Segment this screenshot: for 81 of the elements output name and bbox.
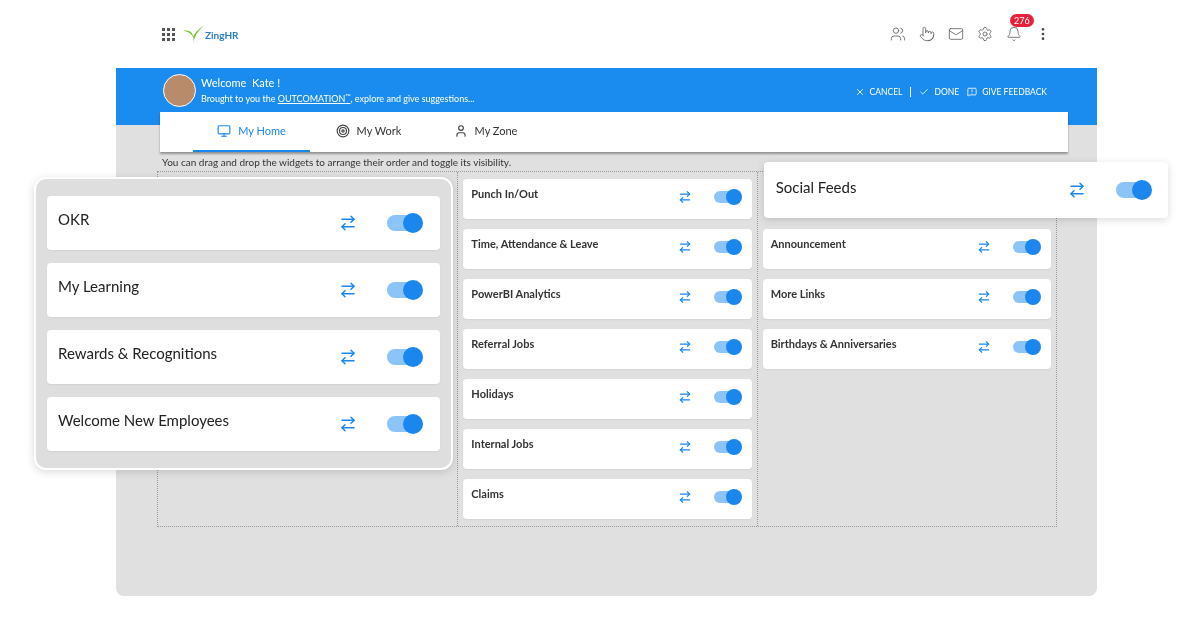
check-icon xyxy=(919,87,930,98)
reorder-icon[interactable] xyxy=(339,214,357,232)
welcome-text: Welcome Kate ! xyxy=(201,75,282,91)
reorder-icon[interactable] xyxy=(677,440,692,454)
visibility-toggle[interactable] xyxy=(713,291,740,303)
monitor-icon xyxy=(217,124,232,138)
visibility-toggle[interactable] xyxy=(387,416,421,432)
feedback-icon xyxy=(967,87,978,98)
widget-title: Referral Jobs xyxy=(471,336,535,352)
reorder-icon[interactable] xyxy=(339,415,357,433)
reorder-icon[interactable] xyxy=(677,190,692,204)
widget-card[interactable]: My Learning xyxy=(47,263,440,317)
widget-card[interactable]: OKR xyxy=(47,196,440,250)
visibility-toggle[interactable] xyxy=(1115,182,1150,198)
widget-title: Time, Attendance & Leave xyxy=(471,236,599,252)
reorder-icon[interactable] xyxy=(339,348,357,366)
widget-card[interactable]: Referral Jobs xyxy=(463,329,752,369)
hint-text: You can drag and drop the widgets to arrange their order and toggle its visibility. xyxy=(162,156,513,168)
reorder-icon[interactable] xyxy=(677,240,692,254)
widget-card[interactable]: Claims xyxy=(463,479,752,519)
reorder-icon[interactable] xyxy=(977,290,991,304)
widget-card[interactable]: Internal Jobs xyxy=(463,429,752,469)
people-icon[interactable] xyxy=(890,26,906,42)
close-icon xyxy=(854,87,865,98)
widget-title: My Learning xyxy=(58,276,140,297)
widget-title: Announcement xyxy=(770,236,846,252)
widget-title: PowerBI Analytics xyxy=(471,286,561,302)
widget-card[interactable]: Time, Attendance & Leave xyxy=(463,229,752,269)
widget-title: Rewards & Recognitions xyxy=(58,343,218,364)
tab[interactable]: My Work xyxy=(310,112,427,152)
hand-pointer-icon[interactable] xyxy=(919,26,935,42)
widget-card[interactable]: PowerBI Analytics xyxy=(463,279,752,319)
reorder-icon[interactable] xyxy=(677,490,692,504)
widget-card[interactable]: Rewards & Recognitions xyxy=(47,330,440,384)
enlarged-widget-card[interactable]: Social Feeds xyxy=(763,162,1168,218)
banner-subtitle: Brought to you the OUTCOMATION$^{™}$, explore and give suggestions... xyxy=(201,92,475,106)
widget-card[interactable]: Announcement xyxy=(762,229,1051,269)
visibility-toggle[interactable] xyxy=(713,391,740,403)
reorder-icon[interactable] xyxy=(677,290,692,304)
reorder-icon[interactable] xyxy=(977,240,991,254)
settings-icon[interactable] xyxy=(977,26,993,42)
visibility-toggle[interactable] xyxy=(1013,341,1039,353)
widget-card[interactable]: Birthdays & Anniversaries xyxy=(762,329,1051,369)
visibility-toggle[interactable] xyxy=(387,349,421,365)
widget-title: Social Feeds xyxy=(775,177,857,198)
visibility-toggle[interactable] xyxy=(713,441,740,453)
notification-icon[interactable] xyxy=(1006,26,1022,42)
widget-title: Claims xyxy=(471,486,504,502)
widget-title: Birthdays & Anniversaries xyxy=(770,336,897,352)
avatar xyxy=(163,74,196,107)
visibility-toggle[interactable] xyxy=(1013,291,1039,303)
tab[interactable]: My Zone xyxy=(427,112,544,152)
visibility-toggle[interactable] xyxy=(713,341,740,353)
visibility-toggle[interactable] xyxy=(387,282,421,298)
visibility-toggle[interactable] xyxy=(713,191,740,203)
widget-card[interactable]: Holidays xyxy=(463,379,752,419)
widget-title: Internal Jobs xyxy=(471,436,534,452)
widget-title: Punch In/Out xyxy=(471,186,539,202)
widget-card[interactable]: More Links xyxy=(762,279,1051,319)
app-grid-icon[interactable] xyxy=(162,27,175,41)
visibility-toggle[interactable] xyxy=(713,491,740,503)
reorder-icon[interactable] xyxy=(339,281,357,299)
target-icon xyxy=(335,124,350,138)
widget-title: Holidays xyxy=(471,386,514,402)
widget-card[interactable]: Punch In/Out xyxy=(463,179,752,219)
widget-title: OKR xyxy=(58,209,90,230)
widget-card[interactable]: Welcome New Employees xyxy=(47,397,440,451)
widget-title: More Links xyxy=(770,286,826,302)
reorder-icon[interactable] xyxy=(677,390,692,404)
widget-title: Welcome New Employees xyxy=(58,410,229,431)
reorder-icon[interactable] xyxy=(677,340,692,354)
visibility-toggle[interactable] xyxy=(387,215,421,231)
visibility-toggle[interactable] xyxy=(713,241,740,253)
user-icon xyxy=(453,124,468,138)
reorder-icon[interactable] xyxy=(1067,181,1086,199)
notification-count: 276 xyxy=(1010,14,1034,27)
logo[interactable]: ZingHR xyxy=(183,25,239,43)
visibility-toggle[interactable] xyxy=(1013,241,1039,253)
tab[interactable]: My Home xyxy=(193,112,310,152)
reorder-icon[interactable] xyxy=(977,340,991,354)
mail-icon[interactable] xyxy=(948,26,964,42)
